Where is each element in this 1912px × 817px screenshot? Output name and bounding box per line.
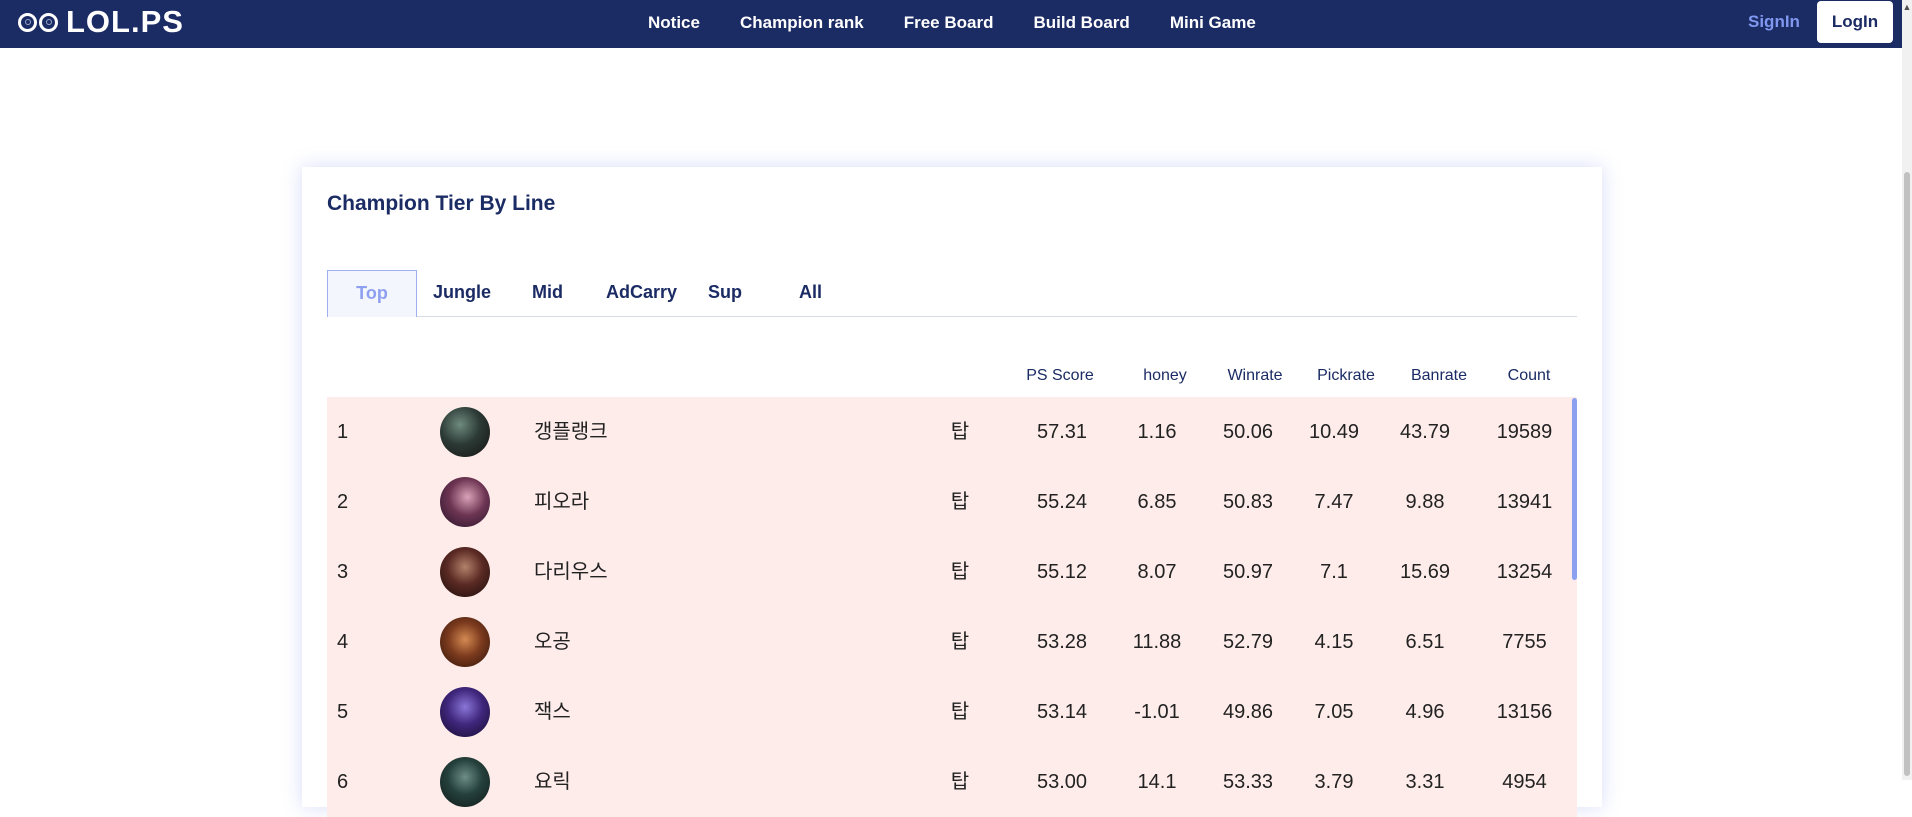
col-header-ps-score[interactable]: PS Score — [1020, 367, 1100, 385]
ps-score-cell: 53.14 — [1036, 701, 1088, 723]
rank-cell: 2 — [337, 491, 349, 513]
winrate-cell: 50.97 — [1222, 561, 1274, 583]
login-button[interactable]: LogIn — [1817, 1, 1893, 43]
tab-jungle[interactable]: Jungle — [433, 270, 491, 316]
rank-cell: 3 — [337, 561, 349, 583]
champion-row[interactable]: 2 피오라 탑 55.24 6.85 50.83 7.47 9.88 13941 — [327, 467, 1577, 537]
champion-row[interactable]: 5 잭스 탑 53.14 -1.01 49.86 7.05 4.96 13156 — [327, 677, 1577, 747]
champion-avatar[interactable] — [440, 547, 490, 597]
col-header-count[interactable]: Count — [1494, 367, 1564, 385]
site-logo[interactable]: LOL.PS — [18, 4, 184, 40]
pickrate-cell: 7.47 — [1314, 491, 1354, 513]
honey-cell: 14.1 — [1137, 771, 1177, 793]
champion-name-cell[interactable]: 갱플랭크 — [534, 397, 734, 467]
winrate-cell: 50.83 — [1222, 491, 1274, 513]
banrate-cell: 9.88 — [1405, 491, 1445, 513]
champion-row[interactable]: 3 다리우스 탑 55.12 8.07 50.97 7.1 15.69 13254 — [327, 537, 1577, 607]
champion-name-cell[interactable]: 다리우스 — [534, 537, 734, 607]
honey-cell: 8.07 — [1137, 561, 1177, 583]
ps-score-cell: 53.00 — [1036, 771, 1088, 793]
line-cell: 탑 — [950, 771, 970, 793]
champion-avatar[interactable] — [440, 687, 490, 737]
champion-row[interactable]: 6 요릭 탑 53.00 14.1 53.33 3.79 3.31 4954 — [327, 747, 1577, 817]
winrate-cell: 52.79 — [1222, 631, 1274, 653]
main-nav: Notice Champion rank Free Board Build Bo… — [648, 0, 1296, 46]
line-tabs: Top Jungle Mid AdCarry Sup All — [327, 270, 1577, 317]
nav-free-board[interactable]: Free Board — [904, 13, 994, 33]
banrate-cell: 43.79 — [1399, 421, 1451, 443]
champion-name-cell[interactable]: 오공 — [534, 607, 734, 677]
champion-row[interactable]: 4 오공 탑 53.28 11.88 52.79 4.15 6.51 7755 — [327, 607, 1577, 677]
count-cell: 13941 — [1496, 491, 1553, 513]
pickrate-cell: 7.1 — [1320, 561, 1348, 583]
champion-row[interactable]: 1 갱플랭크 탑 57.31 1.16 50.06 10.49 43.79 19589 — [327, 397, 1577, 467]
tab-adcarry[interactable]: AdCarry — [606, 270, 677, 316]
table-header: PS Score honey Winrate Pickrate Banrate … — [327, 367, 1577, 393]
line-cell: 탑 — [950, 491, 970, 513]
winrate-cell: 53.33 — [1222, 771, 1274, 793]
scroll-up-arrow-icon[interactable]: ▲ — [1902, 0, 1912, 14]
count-cell: 13254 — [1496, 561, 1553, 583]
honey-cell: 1.16 — [1137, 421, 1177, 443]
nav-mini-game[interactable]: Mini Game — [1170, 13, 1256, 33]
honey-cell: 11.88 — [1132, 631, 1182, 653]
honey-cell: -1.01 — [1134, 701, 1180, 723]
champion-avatar[interactable] — [440, 757, 490, 807]
col-header-winrate[interactable]: Winrate — [1217, 367, 1293, 385]
pickrate-cell: 7.05 — [1314, 701, 1354, 723]
tab-sup[interactable]: Sup — [708, 270, 742, 316]
champion-avatar[interactable] — [440, 407, 490, 457]
champion-avatar[interactable] — [440, 477, 490, 527]
count-cell: 4954 — [1502, 771, 1547, 793]
logo-eyes-icon — [18, 12, 58, 32]
winrate-cell: 50.06 — [1222, 421, 1274, 443]
champion-name-cell[interactable]: 요릭 — [534, 747, 734, 817]
ps-score-cell: 55.12 — [1036, 561, 1088, 583]
champion-name-cell[interactable]: 잭스 — [534, 677, 734, 747]
ps-score-cell: 57.31 — [1036, 421, 1088, 443]
rank-cell: 6 — [337, 771, 349, 793]
nav-build-board[interactable]: Build Board — [1033, 13, 1129, 33]
count-cell: 19589 — [1496, 421, 1553, 443]
winrate-cell: 49.86 — [1222, 701, 1274, 723]
logo-text: LOL.PS — [66, 4, 184, 39]
line-cell: 탑 — [950, 421, 970, 443]
rank-cell: 1 — [337, 421, 349, 443]
pickrate-cell: 10.49 — [1308, 421, 1360, 443]
page-scrollbar-thumb[interactable] — [1904, 172, 1910, 776]
banrate-cell: 15.69 — [1399, 561, 1451, 583]
banrate-cell: 6.51 — [1405, 631, 1445, 653]
tab-mid[interactable]: Mid — [532, 270, 563, 316]
line-cell: 탑 — [950, 561, 970, 583]
champion-table-body: 1 갱플랭크 탑 57.31 1.16 50.06 10.49 43.79 19589 2 피오라 탑… — [327, 397, 1577, 817]
col-header-honey[interactable]: honey — [1130, 367, 1200, 385]
count-cell: 7755 — [1502, 631, 1547, 653]
table-scrollbar-thumb[interactable] — [1572, 398, 1577, 580]
count-cell: 13156 — [1496, 701, 1553, 723]
signin-link[interactable]: SignIn — [1748, 12, 1800, 32]
pickrate-cell: 4.15 — [1314, 631, 1354, 653]
banrate-cell: 3.31 — [1405, 771, 1445, 793]
nav-notice[interactable]: Notice — [648, 13, 700, 33]
rank-cell: 4 — [337, 631, 349, 653]
line-cell: 탑 — [950, 631, 970, 653]
line-cell: 탑 — [950, 701, 970, 723]
nav-champion-rank[interactable]: Champion rank — [740, 13, 864, 33]
col-header-pickrate[interactable]: Pickrate — [1308, 367, 1384, 385]
top-nav-bar: LOL.PS Notice Champion rank Free Board B… — [0, 0, 1902, 48]
ps-score-cell: 55.24 — [1036, 491, 1088, 513]
ps-score-cell: 53.28 — [1036, 631, 1088, 653]
tab-all[interactable]: All — [799, 270, 822, 316]
rank-cell: 5 — [337, 701, 349, 723]
champion-avatar[interactable] — [440, 617, 490, 667]
tab-top[interactable]: Top — [327, 270, 417, 317]
banrate-cell: 4.96 — [1405, 701, 1445, 723]
tier-card: Champion Tier By Line Top Jungle Mid AdC… — [302, 167, 1602, 817]
pickrate-cell: 3.79 — [1314, 771, 1354, 793]
honey-cell: 6.85 — [1137, 491, 1177, 513]
col-header-banrate[interactable]: Banrate — [1401, 367, 1477, 385]
card-title: Champion Tier By Line — [327, 192, 556, 215]
champion-name-cell[interactable]: 피오라 — [534, 467, 734, 537]
